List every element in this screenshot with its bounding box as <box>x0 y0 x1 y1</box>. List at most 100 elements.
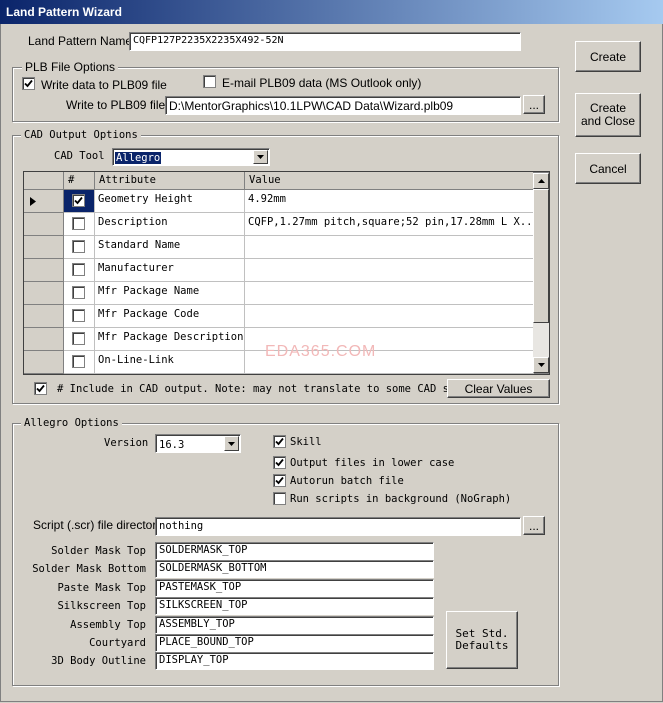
run-background-label: Run scripts in background (NoGraph) <box>290 493 512 505</box>
layer-label: Solder Mask Bottom <box>32 563 146 576</box>
layer-input[interactable]: SOLDERMASK_BOTTOM <box>155 560 434 579</box>
current-row-arrow-icon <box>30 197 36 206</box>
scroll-up-arrow-icon[interactable] <box>533 173 549 189</box>
row-header[interactable] <box>24 305 64 328</box>
land-pattern-name-label: Land Pattern Name <box>28 34 133 48</box>
include-row-checkbox[interactable] <box>72 332 85 345</box>
layer-label: Paste Mask Top <box>57 581 146 594</box>
include-cell[interactable] <box>64 305 95 328</box>
row-header[interactable] <box>24 282 64 305</box>
layer-label: 3D Body Outline <box>51 655 146 668</box>
create-and-close-button[interactable]: Create and Close <box>575 93 641 137</box>
lower-case-label: Output files in lower case <box>290 457 455 469</box>
include-in-cad-label: # Include in CAD output. Note: may not t… <box>57 383 447 395</box>
autorun-label: Autorun batch file <box>290 475 404 487</box>
scroll-thumb[interactable] <box>533 189 549 323</box>
layer-input[interactable]: PASTEMASK_TOP <box>155 578 434 597</box>
version-value: 16.3 <box>159 439 185 451</box>
value-cell[interactable]: 4.92mm <box>245 190 534 213</box>
email-plb09-label: E-mail PLB09 data (MS Outlook only) <box>222 76 422 90</box>
cad-tool-value: Allegro <box>115 152 162 164</box>
attribute-cell[interactable]: Mfr Package Code <box>95 305 245 328</box>
write-to-plb09-label: Write to PLB09 file <box>66 98 166 112</box>
layer-label: Assembly Top <box>70 618 146 631</box>
grid-scrollbar[interactable] <box>533 173 549 373</box>
value-cell[interactable] <box>245 259 534 282</box>
layer-input[interactable]: ASSEMBLY_TOP <box>155 615 434 634</box>
chevron-down-icon[interactable] <box>224 436 239 451</box>
row-header[interactable] <box>24 213 64 236</box>
cad-tool-label: CAD Tool <box>54 150 105 162</box>
write-plb09-checkbox[interactable] <box>22 77 35 90</box>
version-select[interactable]: 16.3 <box>155 434 241 453</box>
chevron-down-icon[interactable] <box>253 150 268 164</box>
skill-label: Skill <box>290 436 322 448</box>
title-bar[interactable]: Land Pattern Wizard <box>0 0 663 24</box>
write-plb09-label: Write data to PLB09 file <box>41 78 167 92</box>
version-label: Version <box>104 437 149 449</box>
lower-case-checkbox[interactable] <box>273 456 286 469</box>
layer-label: Courtyard <box>89 637 146 649</box>
attribute-cell[interactable]: Standard Name <box>95 236 245 259</box>
row-header[interactable] <box>24 236 64 259</box>
layer-label: Solder Mask Top <box>51 545 146 557</box>
row-header[interactable] <box>24 351 64 374</box>
value-cell[interactable] <box>245 282 534 305</box>
layer-input[interactable]: PLACE_BOUND_TOP <box>155 634 434 652</box>
row-header[interactable] <box>24 328 64 351</box>
include-in-cad-checkbox[interactable] <box>34 382 47 395</box>
attribute-cell[interactable]: Geometry Height <box>95 190 245 213</box>
include-cell[interactable] <box>64 190 95 213</box>
include-row-checkbox[interactable] <box>72 217 85 230</box>
run-background-checkbox[interactable] <box>273 492 286 505</box>
include-cell[interactable] <box>64 351 95 374</box>
row-header[interactable] <box>24 190 64 213</box>
cad-tool-select[interactable]: Allegro <box>112 148 270 166</box>
skill-checkbox[interactable] <box>273 435 286 448</box>
create-button[interactable]: Create <box>575 41 641 72</box>
include-row-checkbox[interactable] <box>72 240 85 253</box>
include-cell[interactable] <box>64 259 95 282</box>
window-title: Land Pattern Wizard <box>6 5 122 19</box>
plb09-path-input[interactable]: D:\MentorGraphics\10.1LPW\CAD Data\Wizar… <box>165 96 521 115</box>
row-header[interactable] <box>24 259 64 282</box>
grid-corner-header <box>24 172 64 190</box>
value-cell[interactable]: CQFP,1.27mm pitch,square;52 pin,17.28mm … <box>245 213 534 236</box>
attribute-cell[interactable]: Manufacturer <box>95 259 245 282</box>
include-cell[interactable] <box>64 282 95 305</box>
attribute-cell[interactable]: On-Line-Link <box>95 351 245 374</box>
email-plb09-checkbox[interactable] <box>203 75 216 88</box>
include-row-checkbox[interactable] <box>72 286 85 299</box>
include-row-checkbox[interactable] <box>72 309 85 322</box>
layer-input[interactable]: SOLDERMASK_TOP <box>155 542 434 560</box>
layer-input[interactable]: DISPLAY_TOP <box>155 652 434 671</box>
scroll-down-arrow-icon[interactable] <box>533 357 549 373</box>
script-dir-browse-button[interactable]: ... <box>523 516 545 535</box>
layer-input[interactable]: SILKSCREEN_TOP <box>155 597 434 616</box>
attribute-cell[interactable]: Mfr Package Name <box>95 282 245 305</box>
column-header-num[interactable]: # <box>64 172 95 190</box>
column-header-value[interactable]: Value <box>245 172 534 190</box>
value-cell[interactable] <box>245 305 534 328</box>
attribute-cell[interactable]: Mfr Package Description <box>95 328 245 351</box>
script-dir-label: Script (.scr) file directory <box>33 518 163 532</box>
include-row-checkbox[interactable] <box>72 355 85 368</box>
include-row-checkbox[interactable] <box>72 263 85 276</box>
script-dir-input[interactable]: nothing <box>155 517 521 536</box>
value-cell[interactable] <box>245 236 534 259</box>
watermark: EDA365.COM <box>265 343 377 360</box>
cancel-button[interactable]: Cancel <box>575 153 641 184</box>
include-cell[interactable] <box>64 236 95 259</box>
include-cell[interactable] <box>64 328 95 351</box>
cad-output-group-label: CAD Output Options <box>21 129 141 141</box>
include-row-checkbox[interactable] <box>72 194 85 207</box>
clear-values-button[interactable]: Clear Values <box>447 379 550 398</box>
column-header-attribute[interactable]: Attribute <box>95 172 245 190</box>
autorun-checkbox[interactable] <box>273 474 286 487</box>
attribute-cell[interactable]: Description <box>95 213 245 236</box>
set-std-defaults-button[interactable]: Set Std. Defaults <box>446 611 518 669</box>
plb09-browse-button[interactable]: ... <box>523 95 545 114</box>
land-pattern-name-input[interactable]: CQFP127P2235X2235X492-52N <box>129 32 521 51</box>
include-cell[interactable] <box>64 213 95 236</box>
plb-group-label: PLB File Options <box>22 60 119 74</box>
